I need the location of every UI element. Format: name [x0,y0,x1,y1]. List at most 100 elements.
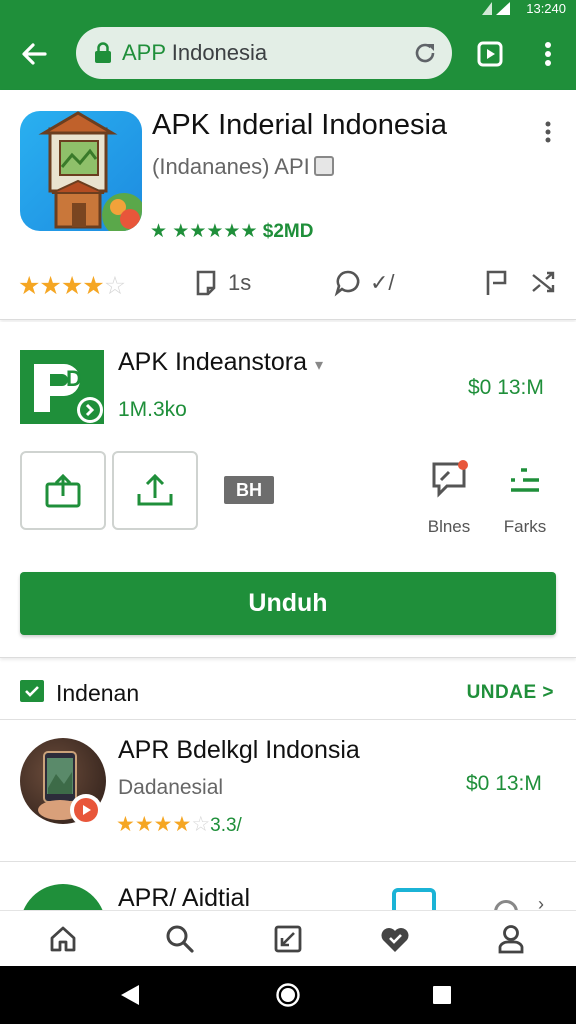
back-icon [121,985,139,1005]
report-label: Blnes [427,517,471,536]
report-icon [432,460,468,498]
list-item[interactable]: APR/ Aidtial › [0,864,576,910]
app-avatar [20,884,106,910]
system-navigation-bar [0,966,576,1024]
home-icon [50,926,76,952]
app-overflow-button[interactable] [538,115,558,149]
nav-favorites[interactable] [378,923,412,955]
app-star-rating: ★★★★☆ [18,271,126,301]
url-text: APP Indonesia [122,40,267,66]
nav-home[interactable] [46,923,80,955]
pages-meta[interactable]: 1s [194,269,251,297]
editor-icon [274,925,302,953]
app-name-text: APK Indeanstora [118,348,308,376]
star-half-icon: ☆ [191,813,211,836]
list-item[interactable]: APR Bdelkgl Indonsia Dadanesial ★★★★☆3.3… [0,722,576,862]
app-rating-summary: ★ ★★★★★ $2MD [150,221,314,242]
status-time: 13:240 [526,1,566,16]
url-rest: Indonesia [165,40,268,65]
comments-meta-label: ✓/ [370,270,395,295]
section-header: Indenan UNDAE > [0,664,576,720]
list-item-title: APR Bdelkgl Indonsia [118,736,360,764]
thumbnail-icon [392,888,436,910]
browser-menu-button[interactable] [536,36,560,72]
list-icon [511,468,539,492]
verified-badge-icon [313,156,334,176]
url-prefix: APP [122,40,166,65]
back-button[interactable] [14,34,54,74]
comment-icon [334,270,360,297]
lock-icon [95,42,111,63]
star-icon: ★ [172,813,192,836]
system-back-button[interactable] [116,982,144,1008]
star-icon: ★ [39,272,61,300]
nav-search[interactable] [163,923,197,955]
list-action[interactable]: Farks [490,460,560,537]
flag-button[interactable] [484,269,508,297]
tabs-icon [477,41,503,67]
checkbox-icon[interactable] [20,680,44,702]
dropdown-caret-icon: ▾ [315,357,324,374]
svg-text:D: D [66,366,82,391]
pd-logo-icon: D [34,364,103,423]
app-icon[interactable] [20,111,142,231]
bh-chip[interactable]: BH [224,476,274,504]
app-header-card: APK Inderial Indonesia (Indananes) API ★… [0,90,576,320]
app-developer-text: (Indananes) API [152,154,310,179]
section-title: Indenan [56,680,140,706]
shuffle-icon [532,271,555,293]
search-icon [166,925,194,953]
status-bar: 13:240 [0,0,576,18]
star-icon: ★ [134,813,154,836]
profile-icon [498,925,524,954]
loading-icon [494,900,518,910]
nav-profile[interactable] [494,923,528,955]
star-icon: ★ [153,813,173,836]
back-arrow-icon [22,43,47,65]
app-name[interactable]: APK Indeanstora ▾ [118,348,323,377]
star-icon: ★ [82,272,104,300]
upload-button[interactable] [112,451,198,530]
play-icon [74,798,98,822]
list-label: Farks [503,517,547,536]
report-action[interactable]: Blnes [414,460,484,537]
system-home-button[interactable] [274,982,302,1008]
more-vert-icon [545,42,551,66]
url-bar[interactable]: APP Indonesia [76,27,452,79]
star-icon: ★ [18,272,40,300]
chevron-right-icon[interactable]: › [538,894,544,910]
app-meta-row: ★★★★☆ 1s ✓/ [0,265,576,305]
system-recents-button[interactable] [428,982,456,1008]
app-logo[interactable]: D [20,350,104,424]
favorites-icon [381,928,409,952]
home-circle-icon [276,983,300,1007]
star-icon: ★ [60,272,83,300]
comments-meta[interactable]: ✓/ [334,269,395,297]
nav-editor[interactable] [271,923,305,955]
app-bar: 13:240 APP Indonesia [0,0,576,90]
list-item-subtitle: Dadanesial [118,776,224,799]
play-button[interactable] [70,794,102,826]
more-vert-icon [545,121,551,143]
app-detail-card: D APK Indeanstora ▾ 1M.3ko $0 13:M BH Bln… [0,322,576,658]
star-icon: ★ [116,813,135,836]
checkmark-icon [25,686,39,697]
tabs-button[interactable] [472,36,508,72]
list-item-rating-text: 3.3/ [210,815,242,836]
recents-icon [433,986,451,1004]
share-button[interactable] [20,451,106,530]
reload-icon[interactable] [412,40,438,66]
list-item-price: $0 13:M [466,772,542,795]
pages-meta-label: 1s [228,270,252,295]
app-price: $0 13:M [468,376,544,399]
app-title: APK Inderial Indonesia [152,109,448,141]
house-illustration-icon [38,111,142,231]
download-button[interactable]: Unduh [20,572,556,635]
shuffle-button[interactable] [530,269,556,295]
upload-icon [137,473,173,505]
app-size: 1M.3ko [118,398,187,421]
share-icon [45,473,81,507]
list-item-title: APR/ Aidtial [118,884,251,910]
see-more-link[interactable]: UNDAE > [467,682,554,704]
list-item-rating: ★★★★☆3.3/ [116,812,242,837]
